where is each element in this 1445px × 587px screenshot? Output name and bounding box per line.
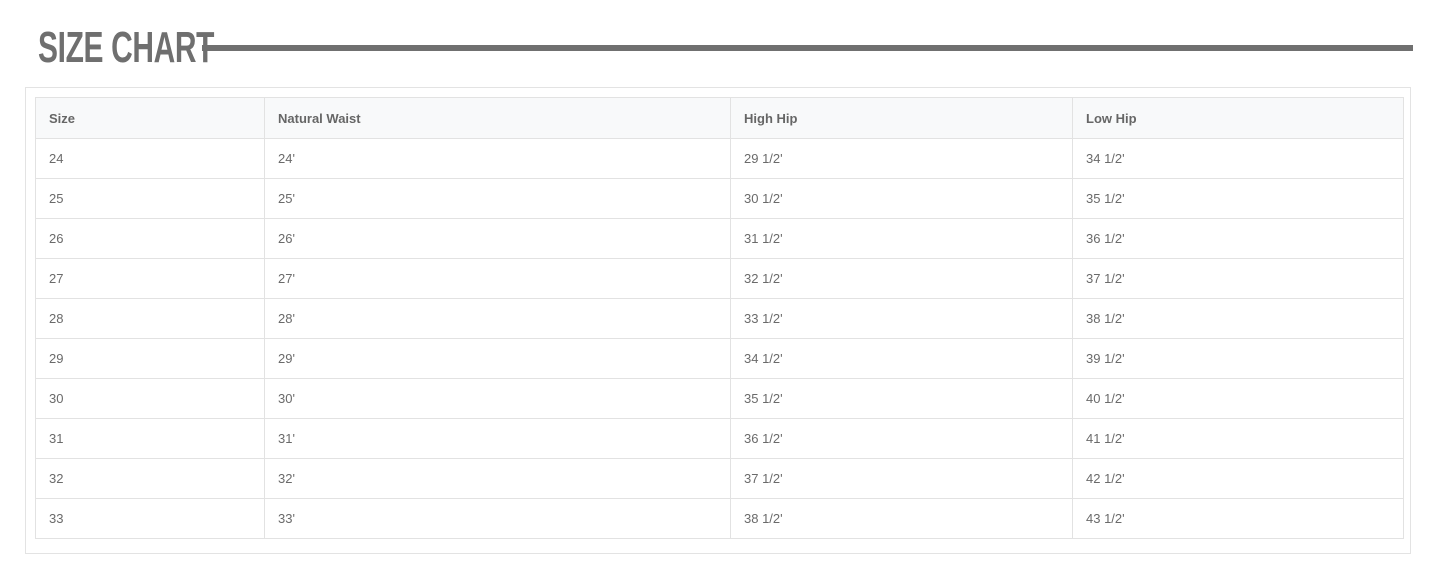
table-header: Size Natural Waist High Hip Low Hip xyxy=(35,97,1404,139)
low-hip-cell: 42 1/2' xyxy=(1072,458,1404,499)
low-hip-cell: 35 1/2' xyxy=(1072,178,1404,219)
natural-waist-cell: 32' xyxy=(264,458,731,499)
high-hip-cell: 36 1/2' xyxy=(730,418,1073,459)
size-cell: 30 xyxy=(35,378,265,419)
table-row: 33 33' 38 1/2' 43 1/2' xyxy=(35,498,1404,539)
size-cell: 28 xyxy=(35,298,265,339)
size-cell: 32 xyxy=(35,458,265,499)
high-hip-cell: 30 1/2' xyxy=(730,178,1073,219)
high-hip-cell: 37 1/2' xyxy=(730,458,1073,499)
low-hip-cell: 34 1/2' xyxy=(1072,138,1404,179)
table-row: 30 30' 35 1/2' 40 1/2' xyxy=(35,378,1404,419)
low-hip-cell: 39 1/2' xyxy=(1072,338,1404,379)
high-hip-cell: 34 1/2' xyxy=(730,338,1073,379)
size-cell: 29 xyxy=(35,338,265,379)
table-row: 29 29' 34 1/2' 39 1/2' xyxy=(35,338,1404,379)
column-header-high-hip: High Hip xyxy=(730,97,1073,139)
low-hip-cell: 43 1/2' xyxy=(1072,498,1404,539)
high-hip-cell: 33 1/2' xyxy=(730,298,1073,339)
column-header-size: Size xyxy=(35,97,265,139)
table-row: 27 27' 32 1/2' 37 1/2' xyxy=(35,258,1404,299)
table-row: 28 28' 33 1/2' 38 1/2' xyxy=(35,298,1404,339)
natural-waist-cell: 25' xyxy=(264,178,731,219)
size-cell: 26 xyxy=(35,218,265,259)
high-hip-cell: 31 1/2' xyxy=(730,218,1073,259)
column-header-low-hip: Low Hip xyxy=(1072,97,1404,139)
high-hip-cell: 29 1/2' xyxy=(730,138,1073,179)
natural-waist-cell: 30' xyxy=(264,378,731,419)
natural-waist-cell: 31' xyxy=(264,418,731,459)
size-cell: 31 xyxy=(35,418,265,459)
table-row: 31 31' 36 1/2' 41 1/2' xyxy=(35,418,1404,459)
table-row: 32 32' 37 1/2' 42 1/2' xyxy=(35,458,1404,499)
natural-waist-cell: 28' xyxy=(264,298,731,339)
low-hip-cell: 41 1/2' xyxy=(1072,418,1404,459)
column-header-natural-waist: Natural Waist xyxy=(264,97,731,139)
natural-waist-cell: 27' xyxy=(264,258,731,299)
natural-waist-cell: 26' xyxy=(264,218,731,259)
table-row: 24 24' 29 1/2' 34 1/2' xyxy=(35,138,1404,179)
natural-waist-cell: 33' xyxy=(264,498,731,539)
size-chart-header: SIZE CHART xyxy=(38,24,1413,72)
table-body: 24 24' 29 1/2' 34 1/2' 25 25' 30 1/2' 35… xyxy=(35,138,1404,539)
table-row: 25 25' 30 1/2' 35 1/2' xyxy=(35,178,1404,219)
table-row: 26 26' 31 1/2' 36 1/2' xyxy=(35,218,1404,259)
low-hip-cell: 38 1/2' xyxy=(1072,298,1404,339)
header-row: Size Natural Waist High Hip Low Hip xyxy=(35,97,1404,139)
natural-waist-cell: 24' xyxy=(264,138,731,179)
high-hip-cell: 32 1/2' xyxy=(730,258,1073,299)
page-title: SIZE CHART xyxy=(38,23,215,72)
low-hip-cell: 37 1/2' xyxy=(1072,258,1404,299)
low-hip-cell: 40 1/2' xyxy=(1072,378,1404,419)
low-hip-cell: 36 1/2' xyxy=(1072,218,1404,259)
size-cell: 27 xyxy=(35,258,265,299)
title-divider xyxy=(202,45,1413,51)
high-hip-cell: 38 1/2' xyxy=(730,498,1073,539)
size-chart-container: Size Natural Waist High Hip Low Hip 24 2… xyxy=(25,87,1411,554)
natural-waist-cell: 29' xyxy=(264,338,731,379)
high-hip-cell: 35 1/2' xyxy=(730,378,1073,419)
size-cell: 24 xyxy=(35,138,265,179)
size-cell: 33 xyxy=(35,498,265,539)
size-chart-table: Size Natural Waist High Hip Low Hip 24 2… xyxy=(35,97,1404,539)
size-cell: 25 xyxy=(35,178,265,219)
